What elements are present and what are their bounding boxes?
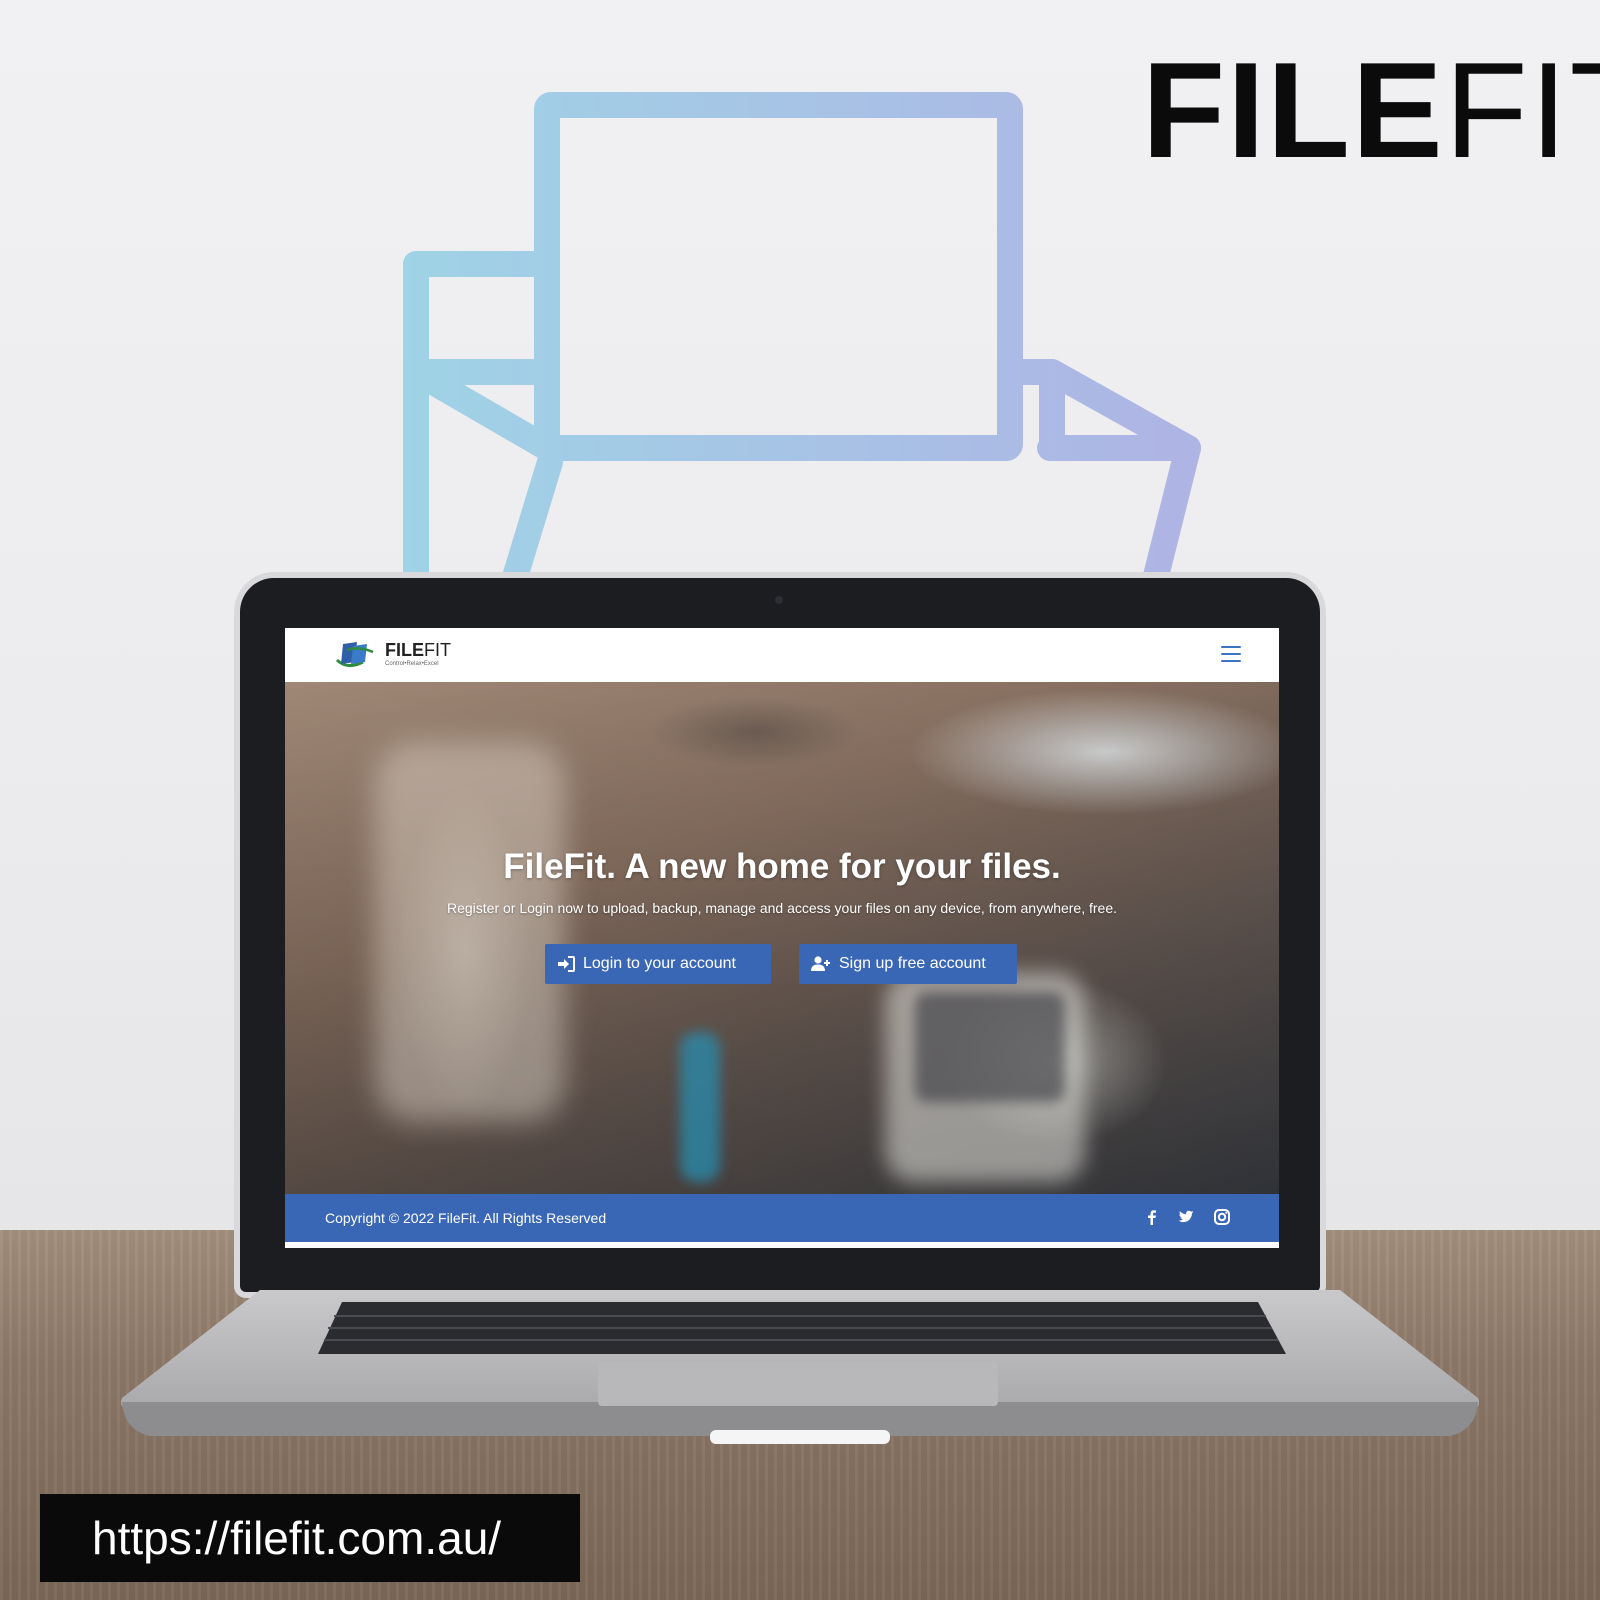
filefit-logo-icon[interactable] [333,640,377,670]
hero-section: FileFit. A new home for your files. Regi… [285,682,1279,1194]
webcam [775,596,783,604]
hero-title: FileFit. A new home for your files. [503,847,1061,886]
laptop-base [121,1290,1479,1444]
twitter-icon[interactable] [1177,1208,1195,1226]
site-footer: Copyright © 2022 FileFit. All Rights Res… [285,1194,1279,1242]
hero-subtitle: Register or Login now to upload, backup,… [446,900,1118,916]
laptop-opening-notch [710,1430,890,1444]
instagram-icon[interactable] [1213,1208,1231,1226]
hamburger-menu-icon[interactable] [1221,646,1241,662]
laptop-lid: FILEFIT Control•Relax•Excel FileFit. A n… [240,578,1320,1292]
url-badge[interactable]: https://filefit.com.au/ [40,1494,580,1582]
laptop-screen: FILEFIT Control•Relax•Excel FileFit. A n… [285,628,1279,1248]
copyright-text: Copyright © 2022 FileFit. All Rights Res… [325,1210,607,1226]
login-button[interactable]: Login to your account [545,944,771,984]
blurred-cup [375,742,565,1122]
signup-button[interactable]: Sign up free account [799,944,1017,984]
sign-in-icon [558,956,575,972]
site-logo-bold: FILE [385,640,424,660]
blurred-phone-screen [915,992,1065,1102]
site-navbar: FILEFIT Control•Relax•Excel [285,628,1279,682]
blurred-bottle [680,1032,720,1182]
site-logo-thin: FIT [424,640,451,660]
site-logo-text[interactable]: FILEFIT [385,640,451,660]
login-button-label: Login to your account [583,955,736,972]
trackpad [598,1362,998,1406]
signup-button-label: Sign up free account [839,955,986,972]
facebook-icon[interactable] [1143,1208,1161,1226]
document-box-illustration [403,92,1201,613]
site-logo-tagline: Control•Relax•Excel [385,661,439,667]
add-user-icon [811,956,830,971]
